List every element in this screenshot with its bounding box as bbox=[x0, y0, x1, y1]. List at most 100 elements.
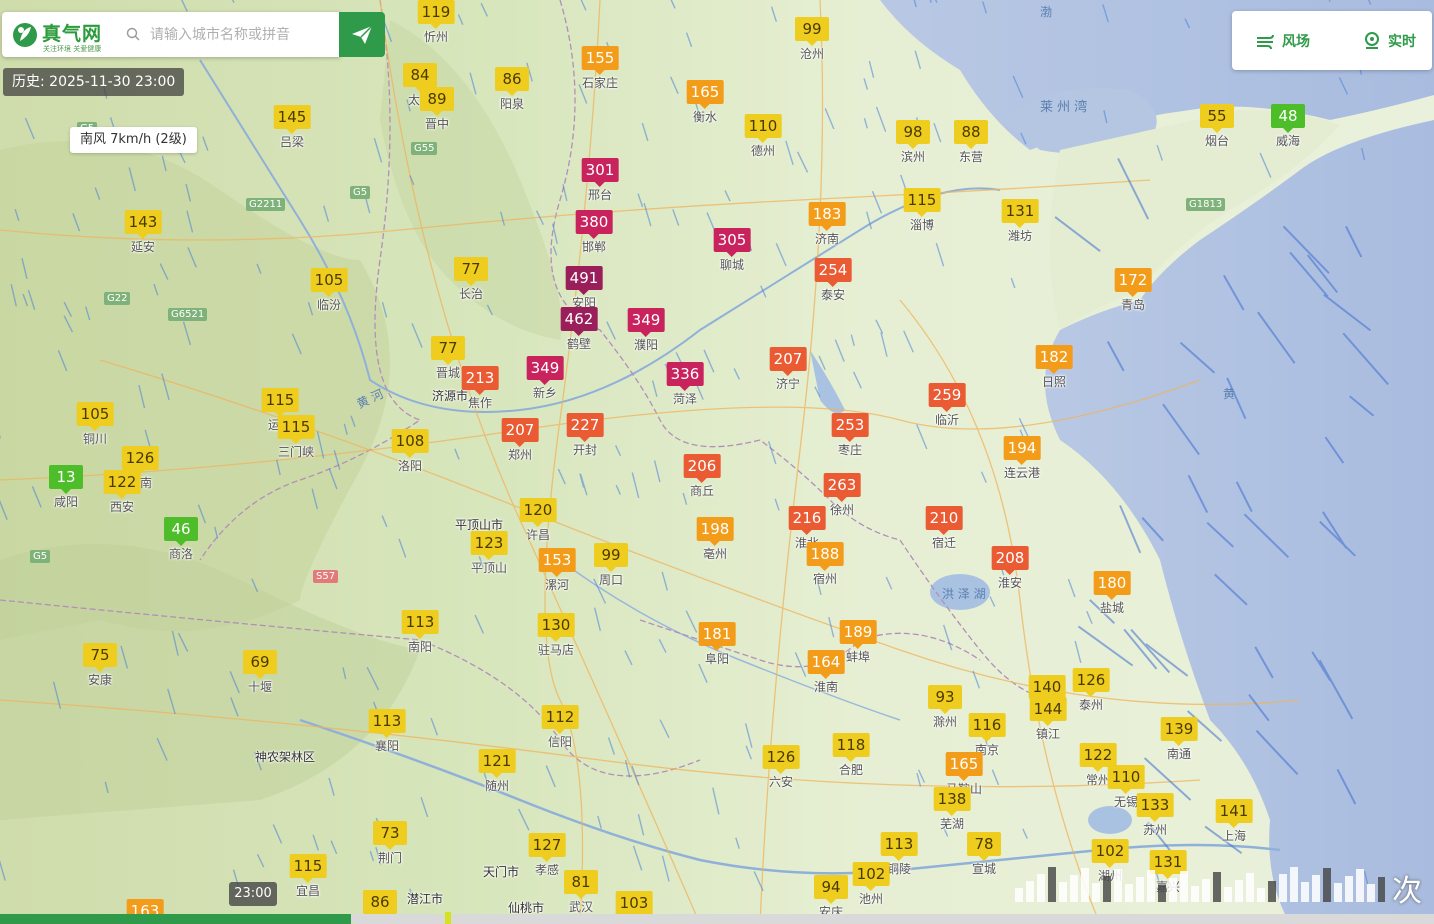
aqi-marker[interactable]: 93 滁州 bbox=[928, 685, 962, 730]
search-submit-button[interactable] bbox=[339, 12, 385, 57]
aqi-marker[interactable]: 118 合肥 bbox=[832, 733, 870, 778]
next-day-label[interactable]: 次 bbox=[1392, 866, 1422, 910]
aqi-marker[interactable]: 121 随州 bbox=[478, 749, 516, 794]
aqi-marker[interactable]: 120 许昌 bbox=[519, 498, 557, 543]
aqi-marker[interactable]: 145 吕梁 bbox=[273, 105, 311, 150]
wind-field-button[interactable]: 风场 bbox=[1256, 31, 1310, 51]
aqi-marker[interactable]: 127 孝感 bbox=[528, 833, 566, 878]
aqi-marker[interactable]: 48 威海 bbox=[1271, 104, 1305, 149]
aqi-value: 182 bbox=[1035, 345, 1073, 374]
aqi-marker[interactable]: 110 德州 bbox=[744, 114, 782, 159]
aqi-marker[interactable]: 462 鹤壁 bbox=[560, 307, 598, 352]
city-name: 郑州 bbox=[507, 448, 533, 462]
aqi-marker[interactable]: 113 襄阳 bbox=[368, 709, 406, 754]
aqi-marker[interactable]: 213 焦作 bbox=[461, 366, 499, 411]
aqi-marker[interactable]: 141 上海 bbox=[1215, 799, 1253, 844]
site-logo[interactable]: 真气网 关注环境 关爱健康 bbox=[12, 19, 112, 53]
city-name: 武汉 bbox=[568, 900, 593, 914]
aqi-marker[interactable]: 253 枣庄 bbox=[831, 413, 869, 458]
aqi-marker[interactable]: 73 荆门 bbox=[373, 821, 407, 866]
aqi-value: 301 bbox=[581, 158, 619, 187]
city-name: 平顶山 bbox=[470, 561, 508, 575]
aqi-marker[interactable]: 115 三门峡 bbox=[277, 415, 315, 460]
city-name: 邢台 bbox=[587, 188, 613, 202]
aqi-marker[interactable]: 133 苏州 bbox=[1136, 793, 1174, 838]
aqi-marker[interactable]: 207 济宁 bbox=[769, 347, 807, 392]
aqi-marker[interactable]: 115 淄博 bbox=[903, 188, 941, 233]
aqi-value: 210 bbox=[925, 506, 963, 535]
aqi-marker[interactable]: 144 镇江 bbox=[1029, 697, 1067, 742]
aqi-marker[interactable]: 305 聊城 bbox=[713, 228, 751, 273]
timeline-slider[interactable] bbox=[0, 912, 1434, 924]
logo-leaf-icon bbox=[13, 23, 37, 47]
aqi-marker[interactable]: 138 芜湖 bbox=[933, 787, 971, 832]
aqi-marker[interactable]: 55 烟台 bbox=[1200, 104, 1234, 149]
aqi-marker[interactable]: 301 邢台 bbox=[581, 158, 619, 203]
aqi-marker[interactable]: 112 信阳 bbox=[541, 705, 579, 750]
aqi-marker[interactable]: 13 咸阳 bbox=[49, 465, 83, 510]
city-name: 长治 bbox=[458, 287, 483, 301]
aqi-marker[interactable]: 139 南通 bbox=[1160, 717, 1198, 762]
aqi-marker[interactable]: 254 泰安 bbox=[814, 258, 852, 303]
aqi-marker[interactable]: 336 菏泽 bbox=[666, 362, 704, 407]
aqi-marker[interactable]: 89 晋中 bbox=[420, 87, 454, 132]
aqi-marker[interactable]: 77 晋城 bbox=[431, 336, 465, 381]
aqi-marker[interactable]: 155 石家庄 bbox=[581, 46, 619, 91]
timeline-handle[interactable] bbox=[445, 912, 452, 924]
aqi-marker[interactable]: 181 阜阳 bbox=[698, 622, 736, 667]
aqi-marker[interactable]: 198 亳州 bbox=[696, 517, 734, 562]
aqi-marker[interactable]: 210 宿迁 bbox=[925, 506, 963, 551]
aqi-marker[interactable]: 105 临汾 bbox=[310, 268, 348, 313]
aqi-marker[interactable]: 182 日照 bbox=[1035, 345, 1073, 390]
aqi-marker[interactable]: 153 漯河 bbox=[538, 548, 576, 593]
aqi-marker[interactable]: 98 滨州 bbox=[896, 120, 930, 165]
aqi-marker[interactable]: 122 西安 bbox=[103, 470, 141, 515]
realtime-button[interactable]: 实时 bbox=[1362, 31, 1416, 51]
aqi-marker[interactable]: 113 南阳 bbox=[401, 610, 439, 655]
aqi-marker[interactable]: 188 宿州 bbox=[806, 542, 844, 587]
aqi-marker[interactable]: 77 长治 bbox=[454, 257, 488, 302]
aqi-marker[interactable]: 189 蚌埠 bbox=[839, 620, 877, 665]
aqi-marker[interactable]: 380 邯郸 bbox=[575, 210, 613, 255]
aqi-marker[interactable]: 81 武汉 bbox=[564, 870, 598, 915]
aqi-marker[interactable]: 119 忻州 bbox=[417, 0, 455, 45]
aqi-marker[interactable]: 491 安阳 bbox=[565, 266, 603, 311]
aqi-marker[interactable]: 88 东营 bbox=[954, 120, 988, 165]
aqi-marker[interactable]: 207 郑州 bbox=[501, 418, 539, 463]
aqi-marker[interactable]: 194 连云港 bbox=[1003, 436, 1041, 481]
aqi-marker[interactable]: 131 潍坊 bbox=[1001, 199, 1039, 244]
aqi-marker[interactable]: 349 濮阳 bbox=[627, 308, 665, 353]
map-canvas[interactable]: 渤 莱 州 湾 黄 黄 河 洪 泽 湖 神农架林区 天门市 潜江市 仙桃市 平顶… bbox=[0, 0, 1434, 924]
aqi-marker[interactable]: 46 商洛 bbox=[164, 517, 198, 562]
city-search-input[interactable] bbox=[150, 22, 335, 47]
aqi-marker[interactable]: 349 新乡 bbox=[526, 356, 564, 401]
aqi-marker[interactable]: 108 洛阳 bbox=[391, 429, 429, 474]
aqi-marker[interactable]: 164 淮南 bbox=[807, 650, 845, 695]
aqi-marker[interactable]: 227 开封 bbox=[566, 413, 604, 458]
aqi-marker[interactable]: 105 铜川 bbox=[76, 402, 114, 447]
aqi-marker[interactable]: 126 六安 bbox=[762, 745, 800, 790]
aqi-marker[interactable]: 115 宜昌 bbox=[289, 854, 327, 899]
aqi-marker[interactable]: 143 延安 bbox=[124, 210, 162, 255]
aqi-marker[interactable]: 126 泰州 bbox=[1072, 668, 1110, 713]
aqi-marker[interactable]: 69 十堰 bbox=[243, 650, 277, 695]
aqi-value: 94 bbox=[814, 875, 848, 904]
aqi-marker[interactable]: 99 周口 bbox=[594, 543, 628, 588]
aqi-marker[interactable]: 206 商丘 bbox=[683, 454, 721, 499]
aqi-marker[interactable]: 86 阳泉 bbox=[495, 67, 529, 112]
aqi-marker[interactable]: 172 青岛 bbox=[1114, 268, 1152, 313]
aqi-marker[interactable]: 183 济南 bbox=[808, 202, 846, 247]
aqi-value: 491 bbox=[565, 266, 603, 295]
aqi-marker[interactable]: 259 临沂 bbox=[928, 383, 966, 428]
aqi-marker[interactable]: 75 安康 bbox=[83, 643, 117, 688]
aqi-marker[interactable]: 99 沧州 bbox=[795, 17, 829, 62]
aqi-marker[interactable]: 180 盐城 bbox=[1093, 571, 1131, 616]
aqi-marker[interactable]: 123 平顶山 bbox=[470, 531, 508, 576]
aqi-marker[interactable]: 263 徐州 bbox=[823, 473, 861, 518]
aqi-marker[interactable]: 165 衡水 bbox=[686, 80, 724, 125]
aqi-marker[interactable]: 102 池州 bbox=[852, 862, 890, 907]
aqi-marker[interactable]: 208 淮安 bbox=[991, 546, 1029, 591]
aqi-marker[interactable]: 130 驻马店 bbox=[537, 613, 575, 658]
aqi-value: 259 bbox=[928, 383, 966, 412]
aqi-marker[interactable]: 78 宣城 bbox=[967, 832, 1001, 877]
